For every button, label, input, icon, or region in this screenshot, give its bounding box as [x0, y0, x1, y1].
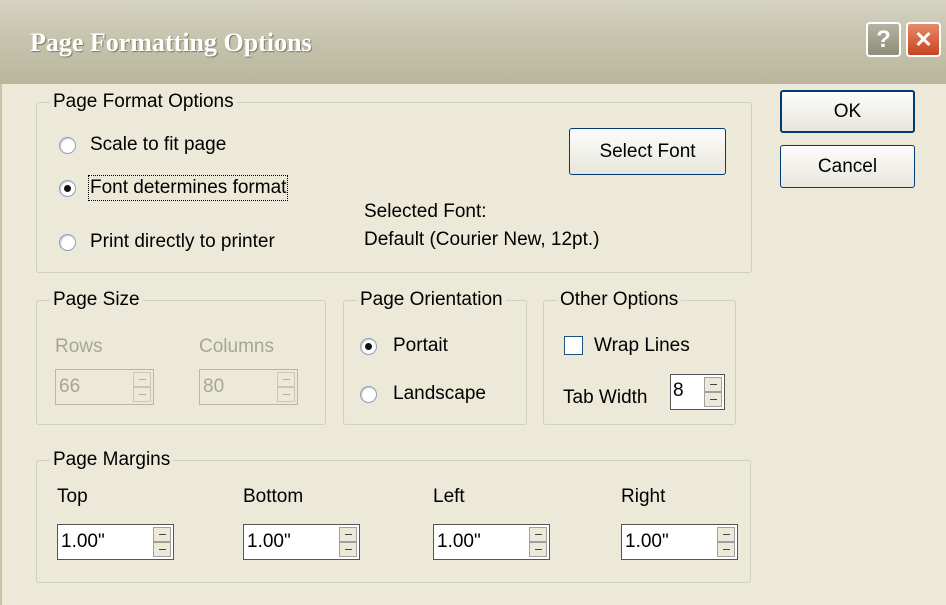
radio-font-determines-format-label[interactable]: Font determines format: [87, 175, 289, 201]
radio-scale-to-fit[interactable]: [59, 137, 76, 154]
spin-up-icon[interactable]: [704, 377, 722, 392]
radio-landscape-label[interactable]: Landscape: [393, 383, 486, 405]
spin-up-icon: [277, 372, 295, 387]
spin-down-icon[interactable]: [704, 392, 722, 407]
spin-down-icon: [277, 387, 295, 402]
window-title: Page Formatting Options: [30, 28, 312, 57]
spin-up-icon[interactable]: [529, 527, 547, 542]
columns-spinner: 80: [199, 369, 298, 405]
right-margin-spinner-arrows[interactable]: [717, 527, 735, 557]
spin-up-icon: [133, 372, 151, 387]
selected-font-value: Default (Courier New, 12pt.): [364, 229, 600, 250]
spin-down-icon: [133, 387, 151, 402]
columns-value: 80: [203, 376, 225, 397]
title-bar: Page Formatting Options ? ✕: [0, 0, 946, 84]
top-margin-label: Top: [57, 486, 88, 507]
columns-label: Columns: [199, 336, 274, 357]
left-margin-value[interactable]: 1.00": [437, 531, 481, 553]
wrap-lines-label[interactable]: Wrap Lines: [594, 335, 690, 357]
spin-up-icon[interactable]: [339, 527, 357, 542]
left-margin-spinner[interactable]: 1.00": [433, 524, 550, 560]
radio-portrait[interactable]: [360, 338, 377, 355]
radio-scale-to-fit-label[interactable]: Scale to fit page: [90, 134, 226, 156]
spin-down-icon[interactable]: [339, 542, 357, 557]
columns-spinner-arrows: [277, 372, 295, 402]
page-size-legend: Page Size: [53, 289, 140, 310]
spin-up-icon[interactable]: [717, 527, 735, 542]
rows-spinner-arrows: [133, 372, 151, 402]
wrap-lines-checkbox[interactable]: [564, 336, 583, 355]
spin-down-icon[interactable]: [529, 542, 547, 557]
radio-landscape[interactable]: [360, 386, 377, 403]
close-icon: ✕: [914, 26, 933, 52]
bottom-margin-label: Bottom: [243, 486, 304, 507]
rows-label: Rows: [55, 336, 103, 357]
tab-width-label: Tab Width: [563, 387, 648, 408]
radio-print-directly-label[interactable]: Print directly to printer: [90, 231, 275, 253]
rows-value: 66: [59, 376, 81, 397]
bottom-margin-value[interactable]: 1.00": [247, 531, 291, 553]
left-margin-spinner-arrows[interactable]: [529, 527, 547, 557]
ok-button[interactable]: OK: [780, 90, 915, 133]
radio-font-determines-format[interactable]: [59, 180, 76, 197]
radio-portrait-label[interactable]: Portait: [393, 335, 448, 357]
close-button[interactable]: ✕: [906, 22, 941, 57]
selected-font-label: Selected Font:: [364, 201, 487, 222]
tab-width-spinner-arrows[interactable]: [704, 377, 722, 407]
tab-width-value[interactable]: 8: [673, 380, 684, 402]
page-format-options-legend: Page Format Options: [53, 91, 234, 112]
right-margin-value[interactable]: 1.00": [625, 531, 669, 553]
left-margin-label: Left: [433, 486, 465, 507]
rows-spinner: 66: [55, 369, 154, 405]
spin-down-icon[interactable]: [717, 542, 735, 557]
other-options-legend: Other Options: [560, 289, 679, 310]
bottom-margin-spinner[interactable]: 1.00": [243, 524, 360, 560]
bottom-margin-spinner-arrows[interactable]: [339, 527, 357, 557]
page-margins-legend: Page Margins: [53, 449, 171, 470]
ok-button-label: OK: [833, 100, 862, 122]
help-button[interactable]: ?: [866, 22, 901, 57]
page-orientation-legend: Page Orientation: [360, 289, 503, 310]
cancel-button-label: Cancel: [817, 155, 878, 177]
right-margin-spinner[interactable]: 1.00": [621, 524, 738, 560]
select-font-button[interactable]: Select Font: [569, 128, 726, 175]
radio-print-directly[interactable]: [59, 234, 76, 251]
spin-up-icon[interactable]: [153, 527, 171, 542]
top-margin-spinner-arrows[interactable]: [153, 527, 171, 557]
tab-width-spinner[interactable]: 8: [670, 374, 725, 410]
page-margins-group: Page Margins: [36, 449, 751, 583]
help-icon: ?: [876, 25, 891, 53]
select-font-button-label: Select Font: [599, 140, 696, 162]
top-margin-value[interactable]: 1.00": [61, 531, 105, 553]
top-margin-spinner[interactable]: 1.00": [57, 524, 174, 560]
right-margin-label: Right: [621, 486, 666, 507]
spin-down-icon[interactable]: [153, 542, 171, 557]
cancel-button[interactable]: Cancel: [780, 145, 915, 188]
